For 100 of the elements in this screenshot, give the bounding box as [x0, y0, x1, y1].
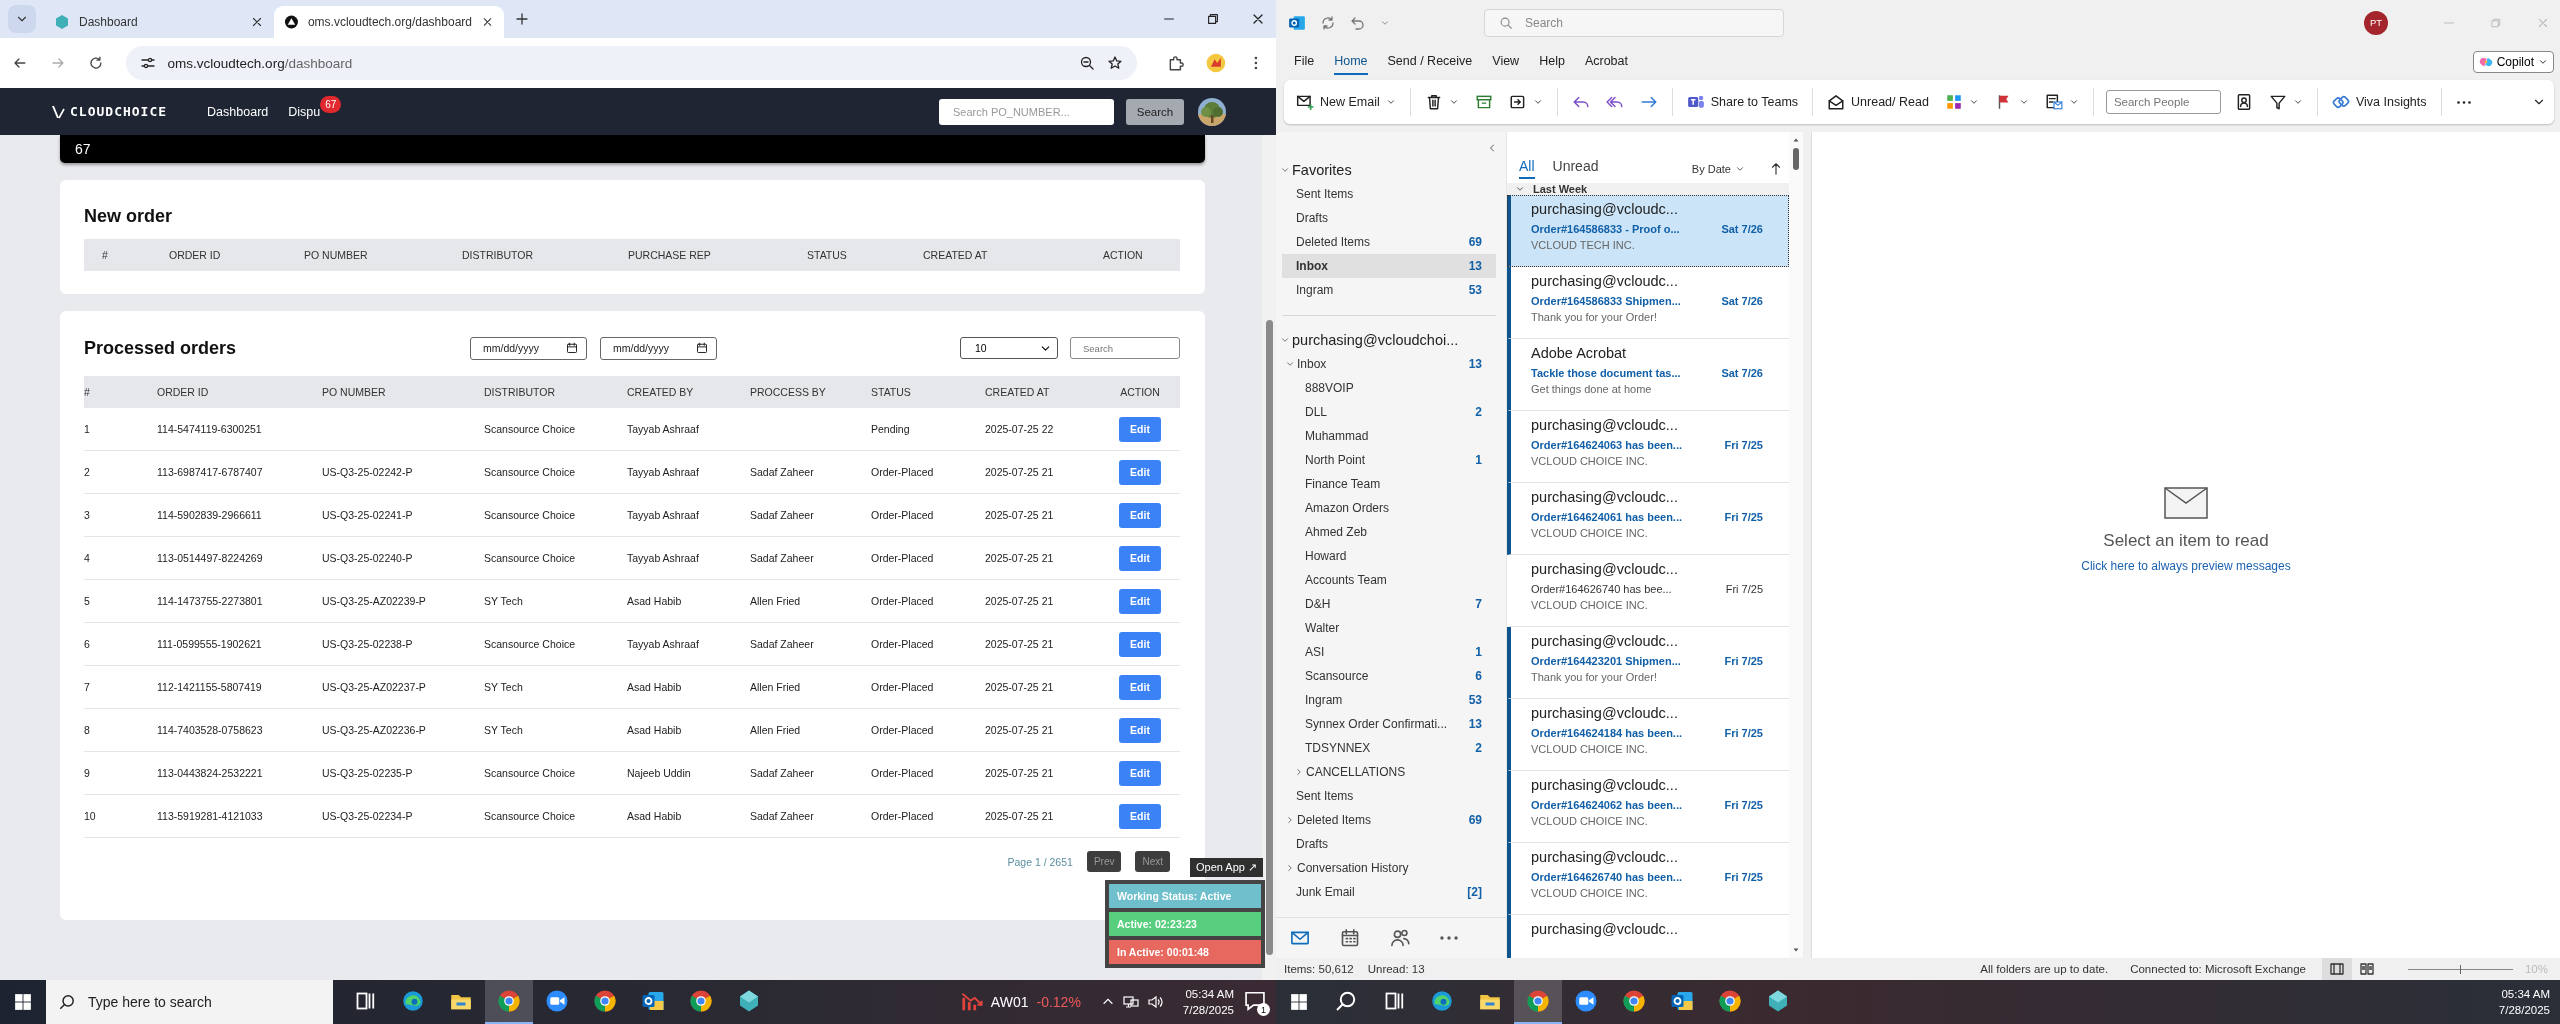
preview-link[interactable]: Click here to always preview messages: [2081, 559, 2291, 573]
folder-item[interactable]: Inbox 13: [1282, 352, 1496, 376]
date-field[interactable]: mm/dd/yyyy: [600, 336, 717, 360]
stock-chart-icon[interactable]: [960, 991, 983, 1013]
page-size-select[interactable]: 10: [960, 337, 1058, 359]
edit-button[interactable]: Edit: [1119, 760, 1161, 786]
chevron-right-icon[interactable]: [1285, 863, 1295, 873]
close-icon[interactable]: [481, 15, 494, 29]
scroll-up-icon[interactable]: [1792, 136, 1800, 144]
folder-item[interactable]: Ingram 53: [1282, 688, 1496, 712]
menu-tab[interactable]: Home: [1334, 48, 1368, 75]
browser-tab[interactable]: oms.vcloudtech.org/dashboard: [274, 6, 504, 38]
edit-button[interactable]: Edit: [1119, 717, 1161, 743]
folder-item[interactable]: Scansource 6: [1282, 664, 1496, 688]
search-field[interactable]: Type here to search: [46, 980, 333, 1024]
edit-button[interactable]: Edit: [1119, 545, 1161, 571]
profile-icon[interactable]: [1206, 53, 1227, 73]
star-icon[interactable]: [1106, 55, 1123, 71]
notification-button[interactable]: 1: [1244, 990, 1268, 1014]
network-icon[interactable]: [1122, 994, 1139, 1010]
folder-item[interactable]: Sent Items: [1282, 784, 1496, 808]
search-field[interactable]: Search PO_NUMBER...: [939, 98, 1114, 125]
read-button[interactable]: Unread/ Read: [1825, 91, 1931, 113]
nav-link[interactable]: Dashboard: [207, 104, 269, 119]
edit-button[interactable]: Edit: [1119, 631, 1161, 657]
menu-tab[interactable]: File: [1294, 48, 1315, 75]
zoom-out-icon[interactable]: [1078, 55, 1095, 71]
menu-tab[interactable]: View: [1492, 48, 1520, 75]
open-app-button[interactable]: Open App ↗: [1190, 858, 1263, 877]
folder-item[interactable]: Ahmed Zeb: [1282, 520, 1496, 544]
folder-item[interactable]: 888VOIP: [1282, 376, 1496, 400]
scrollbar-thumb[interactable]: [1266, 320, 1273, 955]
folder-item[interactable]: Accounts Team: [1282, 568, 1496, 592]
new-tab-icon[interactable]: [514, 11, 530, 27]
folder-item[interactable]: Inbox 13: [1282, 254, 1496, 278]
menu-tab[interactable]: Send / Receive: [1387, 48, 1473, 75]
clock[interactable]: 05:34 AM 7/28/2025: [1182, 986, 1234, 1018]
search-people-field[interactable]: Search People: [2105, 90, 2221, 114]
sort-button[interactable]: By Date: [1691, 162, 1745, 175]
folder-item[interactable]: Sent Items: [1282, 182, 1496, 206]
folder-item[interactable]: Walter: [1282, 616, 1496, 640]
more-icon[interactable]: [1440, 936, 1458, 940]
folder-item[interactable]: TDSYNNEX 2: [1282, 736, 1496, 760]
share-button[interactable]: Share to Teams: [1684, 91, 1801, 113]
calendar-icon[interactable]: [1340, 928, 1360, 948]
folder-item[interactable]: Junk Email [2]: [1282, 880, 1496, 904]
speaker-icon[interactable]: [1146, 994, 1163, 1010]
address-field[interactable]: oms.vcloudtech.org/dashboard: [125, 46, 1137, 80]
filter-tab[interactable]: All: [1519, 158, 1535, 179]
edit-button[interactable]: Edit: [1119, 416, 1161, 442]
folder-item[interactable]: CANCELLATIONS: [1282, 760, 1496, 784]
folder-item[interactable]: Deleted Items 69: [1282, 230, 1496, 254]
search-button[interactable]: Search: [1126, 98, 1184, 125]
date-field[interactable]: mm/dd/yyyy: [470, 336, 587, 360]
folder-item[interactable]: Amazon Orders: [1282, 496, 1496, 520]
folder-item[interactable]: ASI 1: [1282, 640, 1496, 664]
folder-item[interactable]: Howard: [1282, 544, 1496, 568]
previous-button[interactable]: Prev: [1086, 851, 1122, 872]
close-icon[interactable]: [250, 15, 264, 29]
new-email-button[interactable]: New Email: [1294, 91, 1398, 113]
restore-icon[interactable]: [1206, 12, 1220, 26]
sort-direction-icon[interactable]: [1769, 161, 1783, 176]
edit-button[interactable]: Edit: [1119, 674, 1161, 700]
insights-button[interactable]: Viva Insights: [2329, 91, 2429, 113]
folder-item[interactable]: D&H 7: [1282, 592, 1496, 616]
folder-item[interactable]: Conversation History: [1282, 856, 1496, 880]
folder-item[interactable]: Drafts: [1282, 832, 1496, 856]
start-icon[interactable]: [14, 993, 32, 1011]
search-field[interactable]: Search: [1070, 337, 1180, 359]
folder-item[interactable]: Ingram 53: [1282, 278, 1496, 302]
start-icon[interactable]: [1290, 993, 1308, 1011]
edit-button[interactable]: Edit: [1119, 803, 1161, 829]
message-item[interactable]: purchasing@vcloudc... Order#164586833 - Proof o... Sat 7/26 VCLOUD TECH INC.: [1507, 195, 1789, 267]
edit-button[interactable]: Edit: [1119, 588, 1161, 614]
next-button[interactable]: Next: [1135, 851, 1170, 872]
folder-item[interactable]: Finance Team: [1282, 472, 1496, 496]
menu-tab[interactable]: Help: [1539, 48, 1565, 75]
browser-tab[interactable]: Dashboard: [44, 6, 274, 38]
folder-item[interactable]: Drafts: [1282, 206, 1496, 230]
filter-tab[interactable]: Unread: [1552, 158, 1599, 179]
folder-item[interactable]: Deleted Items 69: [1282, 808, 1496, 832]
folder-item[interactable]: Favorites: [1282, 158, 1496, 182]
scroll-down-icon[interactable]: [1792, 946, 1800, 954]
nav-link[interactable]: Dispu: [288, 104, 321, 119]
people-icon[interactable]: [1390, 928, 1410, 948]
user-avatar[interactable]: PT: [2364, 10, 2388, 35]
folder-item[interactable]: DLL 2: [1282, 400, 1496, 424]
edit-button[interactable]: Edit: [1119, 502, 1161, 528]
folder-item[interactable]: North Point 1: [1282, 448, 1496, 472]
edit-button[interactable]: Edit: [1119, 459, 1161, 485]
normal-view-button[interactable]: [2321, 958, 2352, 980]
site-settings-icon[interactable]: [139, 55, 156, 71]
scrollbar-thumb[interactable]: [1793, 148, 1799, 170]
chevron-right-icon[interactable]: [1285, 815, 1295, 825]
clock[interactable]: 05:34 AM 7/28/2025: [2498, 986, 2550, 1018]
folder-item[interactable]: Synnex Order Confirmati... 13: [1282, 712, 1496, 736]
reload-icon[interactable]: [87, 55, 104, 71]
chevron-right-icon[interactable]: [1294, 767, 1304, 777]
menu-tab[interactable]: Acrobat: [1584, 48, 1628, 75]
copilot-button[interactable]: Copilot: [2472, 50, 2554, 73]
